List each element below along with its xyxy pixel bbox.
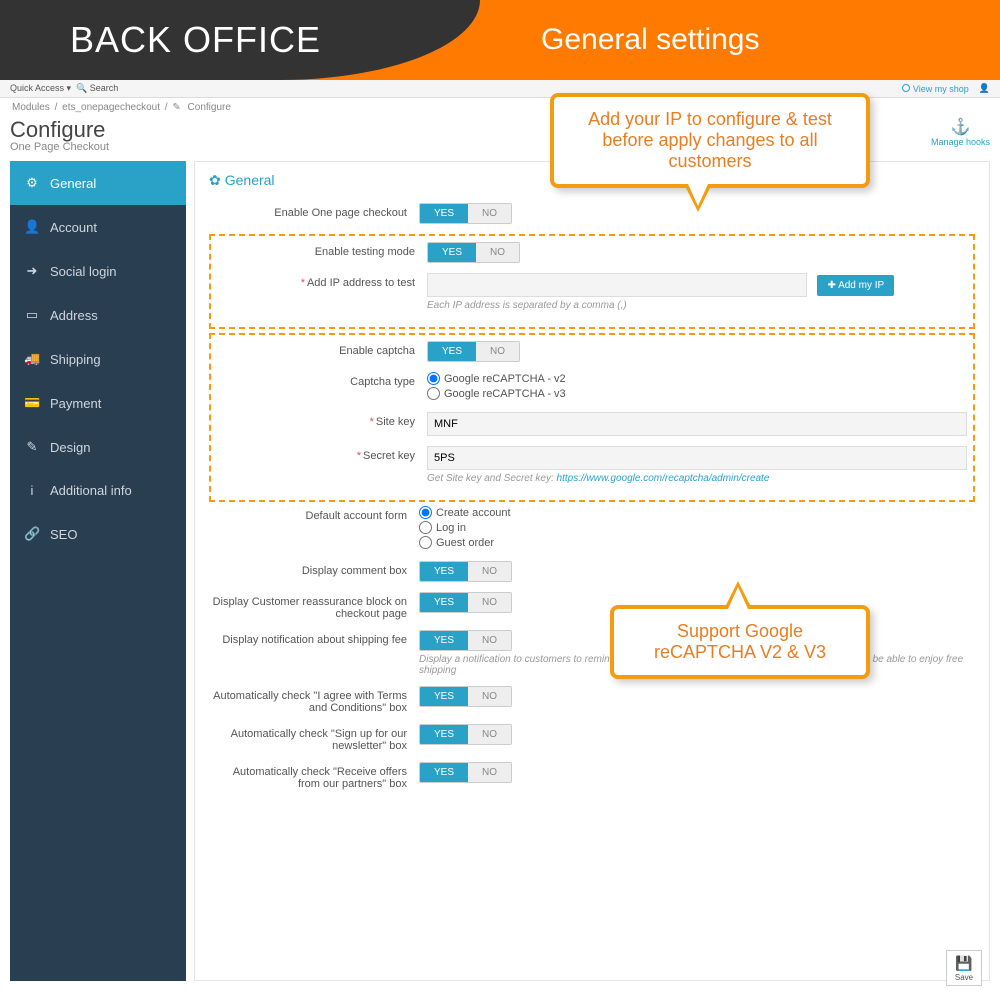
label-display-notification: Display notification about shipping fee — [209, 630, 419, 646]
gear-icon: ⚙ — [24, 175, 40, 191]
page-subtitle: One Page Checkout — [10, 141, 109, 153]
callout-ip-testing: Add your IP to configure & test before a… — [550, 93, 870, 188]
toggle-display-notification[interactable]: YESNO — [419, 630, 512, 651]
sidebar-item-social-login[interactable]: ➜Social login — [10, 249, 186, 293]
info-icon: i — [24, 483, 40, 498]
back-office-label: BACK OFFICE — [70, 19, 321, 61]
brush-icon: ✎ — [24, 439, 40, 455]
card-icon: 💳 — [24, 395, 40, 411]
sidebar-item-general[interactable]: ⚙General — [10, 161, 186, 205]
general-panel: ✿General Enable One page checkout YESNO … — [194, 161, 990, 981]
label-add-ip: *Add IP address to test — [217, 273, 427, 289]
label-enable-opc: Enable One page checkout — [209, 203, 419, 219]
radio-create-account[interactable]: Create account — [419, 506, 975, 519]
sidebar-item-additional-info[interactable]: iAdditional info — [10, 469, 186, 512]
user-icon: 👤 — [24, 219, 40, 235]
sidebar-item-account[interactable]: 👤Account — [10, 205, 186, 249]
callout-recaptcha: Support Google reCAPTCHA V2 & V3 — [610, 605, 870, 679]
input-ip-addresses[interactable] — [427, 273, 807, 297]
testing-section-highlight: Enable testing mode YESNO *Add IP addres… — [209, 234, 975, 329]
login-icon: ➜ — [24, 263, 40, 279]
captcha-admin-link[interactable]: https://www.google.com/recaptcha/admin/c… — [557, 473, 770, 484]
toggle-display-reassurance[interactable]: YESNO — [419, 592, 512, 613]
sidebar-item-seo[interactable]: 🔗SEO — [10, 512, 186, 556]
label-display-reassurance: Display Customer reassurance block on ch… — [209, 592, 419, 620]
link-icon: 🔗 — [24, 526, 40, 542]
captcha-section-highlight: Enable captcha YESNO Captcha type Google… — [209, 333, 975, 502]
view-my-shop-link[interactable]: View my shop — [902, 84, 969, 94]
label-default-form: Default account form — [209, 506, 419, 522]
help-captcha: Get Site key and Secret key: https://www… — [427, 473, 967, 484]
crumb-modules[interactable]: Modules — [12, 102, 50, 113]
label-secret-key: *Secret key — [217, 446, 427, 462]
save-icon: 💾 — [955, 955, 972, 972]
toggle-enable-captcha[interactable]: YESNO — [427, 341, 520, 362]
toggle-enable-testing[interactable]: YESNO — [427, 242, 520, 263]
toggle-auto-terms[interactable]: YESNO — [419, 686, 512, 707]
sidebar: ⚙General 👤Account ➜Social login ▭Address… — [10, 161, 186, 981]
crumb-module[interactable]: ets_onepagecheckout — [62, 102, 160, 113]
help-ip: Each IP address is separated by a comma … — [427, 300, 967, 311]
top-banner: BACK OFFICE General settings — [0, 0, 1000, 80]
radio-guest-order[interactable]: Guest order — [419, 536, 975, 549]
user-avatar-icon[interactable]: 👤 — [979, 83, 990, 94]
crumb-configure: Configure — [188, 102, 231, 113]
label-auto-offers: Automatically check "Receive offers from… — [209, 762, 419, 790]
truck-icon: 🚚 — [24, 351, 40, 367]
anchor-icon: ⚓ — [931, 117, 990, 137]
address-icon: ▭ — [24, 307, 40, 323]
radio-captcha-v3[interactable]: Google reCAPTCHA - v3 — [427, 387, 967, 400]
sidebar-item-design[interactable]: ✎Design — [10, 425, 186, 469]
toggle-enable-opc[interactable]: YESNO — [419, 203, 512, 224]
label-captcha-type: Captcha type — [217, 372, 427, 388]
banner-title: General settings — [541, 23, 759, 57]
quick-access[interactable]: Quick Access ▾ 🔍 Search — [10, 83, 118, 94]
label-enable-testing: Enable testing mode — [217, 242, 427, 258]
sidebar-item-address[interactable]: ▭Address — [10, 293, 186, 337]
radio-log-in[interactable]: Log in — [419, 521, 975, 534]
sidebar-item-payment[interactable]: 💳Payment — [10, 381, 186, 425]
label-auto-newsletter: Automatically check "Sign up for our new… — [209, 724, 419, 752]
manage-hooks-button[interactable]: ⚓Manage hooks — [931, 117, 990, 147]
input-secret-key[interactable] — [427, 446, 967, 470]
gear-icon: ✿ — [209, 172, 221, 188]
toggle-display-comment[interactable]: YESNO — [419, 561, 512, 582]
label-display-comment: Display comment box — [209, 561, 419, 577]
eye-icon — [902, 84, 910, 92]
label-enable-captcha: Enable captcha — [217, 341, 427, 357]
toggle-auto-newsletter[interactable]: YESNO — [419, 724, 512, 745]
input-site-key[interactable] — [427, 412, 967, 436]
sidebar-item-shipping[interactable]: 🚚Shipping — [10, 337, 186, 381]
radio-captcha-v2[interactable]: Google reCAPTCHA - v2 — [427, 372, 967, 385]
label-auto-terms: Automatically check "I agree with Terms … — [209, 686, 419, 714]
toggle-auto-offers[interactable]: YESNO — [419, 762, 512, 783]
save-button[interactable]: 💾Save — [946, 950, 982, 986]
page-title: Configure — [10, 117, 109, 143]
label-site-key: *Site key — [217, 412, 427, 428]
add-my-ip-button[interactable]: ✚ Add my IP — [817, 275, 894, 296]
